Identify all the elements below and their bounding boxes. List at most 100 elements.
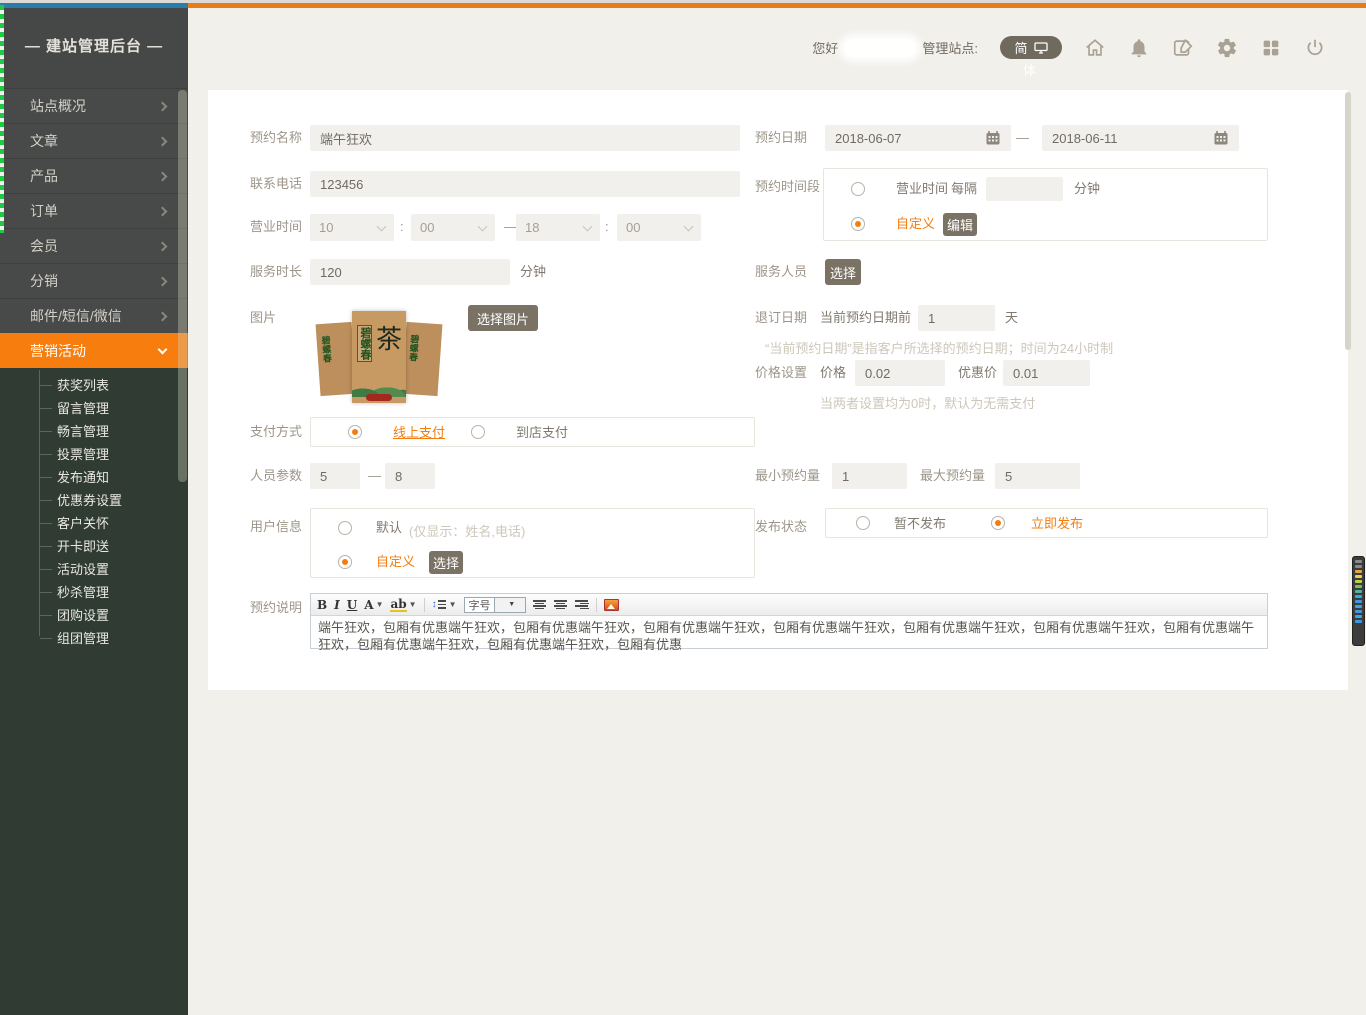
discount-input[interactable]: 0.01: [1003, 360, 1090, 386]
description-content[interactable]: 端午狂欢，包厢有优惠端午狂欢，包厢有优惠端午狂欢，包厢有优惠端午狂欢，包厢有优惠…: [311, 616, 1267, 653]
sidebar-item-members[interactable]: 会员: [0, 228, 188, 263]
browser-extension-minimap[interactable]: [1352, 556, 1365, 646]
submenu-item-customer-care[interactable]: 客户关怀: [0, 512, 188, 535]
radio-publish-hold[interactable]: [856, 516, 870, 530]
date-from-input[interactable]: 2018-06-07: [825, 125, 1011, 151]
field-label-publish: 发布状态: [755, 514, 807, 540]
pay-online-label[interactable]: 线上支付: [393, 420, 445, 446]
submenu-item-comment-mgmt[interactable]: 畅言管理: [0, 420, 188, 443]
people-max-input[interactable]: 8: [385, 463, 435, 489]
submenu-item-flash-sale[interactable]: 秒杀管理: [0, 581, 188, 604]
tea-box-right: 碧螺春: [402, 322, 443, 396]
rich-text-editor: B I U A▼ ab▼ ↕▼ 字号▼ 端午狂欢，包厢有优惠端午狂欢，包厢有优惠…: [310, 593, 1268, 649]
chevron-right-icon: [158, 102, 168, 112]
publish-now-label[interactable]: 立即发布: [1031, 511, 1083, 537]
date-to-input[interactable]: 2018-06-11: [1042, 125, 1239, 151]
submenu-item-message-mgmt[interactable]: 留言管理: [0, 397, 188, 420]
staff-choose-button[interactable]: 选择: [825, 259, 861, 285]
radio-publish-now[interactable]: [991, 516, 1005, 530]
calendar-icon[interactable]: [985, 130, 1001, 146]
slot-interval-input[interactable]: [986, 177, 1063, 201]
sidebar-item-mail-sms-wechat[interactable]: 邮件/短信/微信: [0, 298, 188, 333]
userinfo-custom-label[interactable]: 自定义: [376, 549, 415, 575]
sidebar-item-distribution[interactable]: 分销: [0, 263, 188, 298]
grid-icon[interactable]: [1260, 37, 1282, 59]
submenu-item-team-mgmt[interactable]: 组团管理: [0, 627, 188, 650]
highlight-button[interactable]: ab▼: [390, 598, 416, 612]
sidebar-item-site-overview[interactable]: 站点概况: [0, 88, 188, 123]
sidebar-item-articles[interactable]: 文章: [0, 123, 188, 158]
sidebar-item-products[interactable]: 产品: [0, 158, 188, 193]
submenu-item-card-gift[interactable]: 开卡即送: [0, 535, 188, 558]
radio-slot-custom[interactable]: [851, 217, 865, 231]
sidebar-menu: 站点概况 文章 产品 订单 会员 分销 邮件/短信/微信 营销活动: [0, 88, 188, 368]
toolbar-separator: [424, 598, 425, 612]
monitor-icon: [1034, 42, 1048, 54]
min-booking-input[interactable]: 1: [832, 463, 907, 489]
insert-image-button[interactable]: [604, 599, 619, 611]
publish-hold-label[interactable]: 暂不发布: [894, 511, 946, 537]
language-switcher[interactable]: 简 体: [1000, 36, 1062, 59]
line-spacing-button[interactable]: ↕▼: [432, 600, 457, 610]
hours-from-min-select[interactable]: 00: [411, 214, 495, 241]
chevron-right-icon: [158, 277, 168, 287]
bold-button[interactable]: B: [317, 599, 327, 611]
field-label-max-booking: 最大预约量: [920, 463, 985, 489]
slot-minutes-label: 分钟: [1074, 176, 1100, 202]
radio-userinfo-custom[interactable]: [338, 555, 352, 569]
choose-image-button[interactable]: 选择图片: [468, 305, 538, 331]
refund-days-input[interactable]: 1: [918, 305, 995, 331]
dash: —: [1016, 125, 1029, 151]
slot-custom-label[interactable]: 自定义: [896, 211, 935, 237]
submenu-item-publish-notice[interactable]: 发布通知: [0, 466, 188, 489]
underline-button[interactable]: U: [347, 599, 357, 611]
hours-to-min-select[interactable]: 00: [617, 214, 701, 241]
dash: —: [368, 463, 381, 489]
align-left-button[interactable]: [533, 599, 547, 610]
submenu-item-award-list[interactable]: 获奖列表: [0, 374, 188, 397]
radio-pay-offline[interactable]: [471, 425, 485, 439]
people-min-input[interactable]: 5: [310, 463, 360, 489]
font-color-button[interactable]: A▼: [364, 599, 383, 611]
calendar-icon[interactable]: [1213, 130, 1229, 146]
edit-icon[interactable]: [1172, 37, 1194, 59]
price-input[interactable]: 0.02: [855, 360, 945, 386]
slot-business-hours-label[interactable]: 营业时间: [896, 176, 948, 202]
submenu-item-coupon-settings[interactable]: 优惠券设置: [0, 489, 188, 512]
radio-pay-online[interactable]: [348, 425, 362, 439]
bell-icon[interactable]: [1128, 37, 1150, 59]
power-icon[interactable]: [1304, 37, 1326, 59]
field-label-price: 价格设置: [755, 360, 807, 386]
align-right-button[interactable]: [575, 599, 589, 610]
sidebar-scrollbar[interactable]: [178, 90, 187, 482]
product-image[interactable]: 碧螺春 碧螺春 碧螺春 茶: [310, 305, 448, 408]
slot-edit-button[interactable]: 编辑: [943, 213, 977, 236]
italic-button[interactable]: I: [334, 599, 340, 611]
userinfo-default-label[interactable]: 默认: [376, 515, 402, 541]
pay-offline-label[interactable]: 到店支付: [516, 420, 568, 446]
align-center-button[interactable]: [554, 599, 568, 610]
duration-input[interactable]: 120: [310, 259, 510, 285]
submenu-item-activity-settings[interactable]: 活动设置: [0, 558, 188, 581]
font-size-select[interactable]: 字号▼: [464, 597, 526, 613]
userinfo-choose-button[interactable]: 选择: [429, 551, 463, 574]
content-scrollbar[interactable]: [1345, 92, 1351, 350]
sidebar-item-orders[interactable]: 订单: [0, 193, 188, 228]
name-input[interactable]: 端午狂欢: [310, 125, 740, 151]
red-seal: [366, 394, 392, 401]
submenu-item-group-buy[interactable]: 团购设置: [0, 604, 188, 627]
toolbar-separator: [596, 598, 597, 612]
radio-userinfo-default[interactable]: [338, 521, 352, 535]
max-booking-input[interactable]: 5: [995, 463, 1080, 489]
hours-to-hour-select[interactable]: 18: [516, 214, 600, 241]
radio-slot-business-hours[interactable]: [851, 182, 865, 196]
sidebar-submenu: 获奖列表 留言管理 畅言管理 投票管理 发布通知 优惠券设置 客户关怀 开卡即送…: [0, 374, 188, 650]
chevron-right-icon: [158, 242, 168, 252]
phone-input[interactable]: 123456: [310, 171, 740, 197]
home-icon[interactable]: [1084, 37, 1106, 59]
submenu-item-vote-mgmt[interactable]: 投票管理: [0, 443, 188, 466]
sidebar-item-marketing[interactable]: 营销活动: [0, 333, 188, 368]
gear-icon[interactable]: [1216, 37, 1238, 59]
chevron-right-icon: [158, 172, 168, 182]
hours-from-hour-select[interactable]: 10: [310, 214, 394, 241]
